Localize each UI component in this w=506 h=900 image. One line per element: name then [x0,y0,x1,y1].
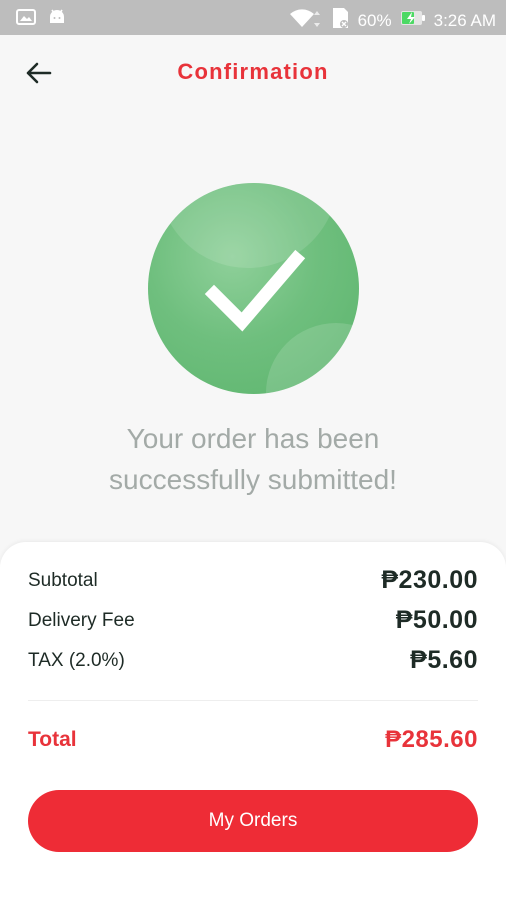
total-label: Total [28,728,77,751]
subtotal-row: Subtotal ₱230.00 [28,566,478,595]
battery-charging-icon [400,9,426,32]
clock: 3:26 AM [433,10,496,30]
summary-divider [28,700,478,701]
success-badge [148,183,359,394]
page-title: Confirmation [177,59,329,84]
my-orders-button[interactable]: My Orders [28,790,478,852]
delivery-fee-value: ₱50.00 [395,606,478,634]
total-row: Total ₱285.60 [28,726,478,754]
tax-row: TAX (2.0%) ₱5.60 [28,646,478,675]
delivery-fee-label: Delivery Fee [28,609,135,631]
subtotal-label: Subtotal [28,569,98,591]
confirmation-line-1: Your order has been [126,423,380,454]
app-bar: Confirmation [0,35,506,115]
status-bar: 60% 3:26 AM [0,0,506,35]
battery-percent: 60% [357,10,392,30]
wifi-icon [288,7,322,34]
tax-value: ₱5.60 [410,646,478,674]
total-value: ₱285.60 [385,726,478,753]
tax-label: TAX (2.0%) [28,649,125,671]
order-summary-sheet: Subtotal ₱230.00 Delivery Fee ₱50.00 TAX… [0,542,506,900]
android-icon [48,9,66,30]
confirmation-message: Your order has been successfully submitt… [40,418,466,500]
subtotal-value: ₱230.00 [381,566,478,594]
checkmark-icon [204,249,306,332]
sd-card-icon [330,7,350,34]
delivery-fee-row: Delivery Fee ₱50.00 [28,606,478,635]
confirmation-line-2: successfully submitted! [109,464,397,495]
image-icon [16,9,36,30]
